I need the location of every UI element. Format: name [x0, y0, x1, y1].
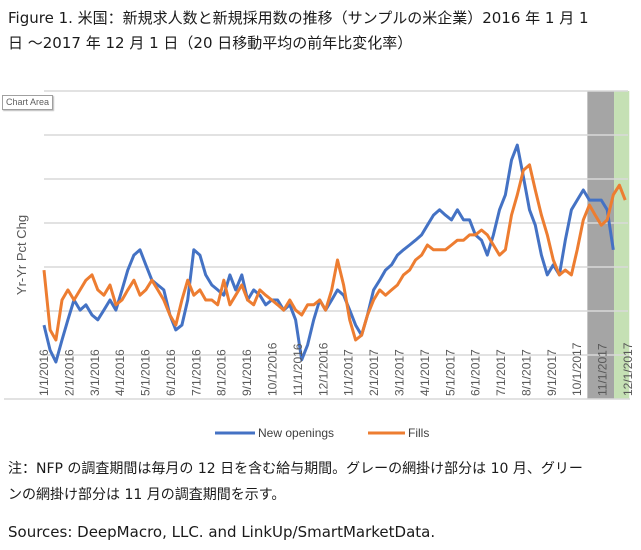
x-tick-label: 8/1/2016 — [215, 349, 229, 396]
x-tick-label: 3/1/2016 — [88, 349, 102, 396]
x-tick-label: 4/1/2016 — [113, 349, 127, 396]
x-tick-label: 6/1/2017 — [469, 349, 483, 396]
legend-label-fills: Fills — [408, 426, 429, 440]
x-tick-label: 11/1/2016 — [291, 343, 305, 396]
note-line-2: ンの網掛け部分は 11 月の調査期間を示す。 — [8, 487, 286, 503]
chart-area-tooltip: Chart Area — [2, 95, 54, 110]
x-tick-label: 5/1/2017 — [443, 349, 457, 396]
x-tick-label: 3/1/2017 — [393, 349, 407, 396]
x-tick-label: 6/1/2016 — [164, 349, 178, 396]
x-tick-label: 7/1/2017 — [494, 349, 508, 396]
x-tick-label: 10/1/2017 — [570, 342, 584, 396]
line-chart: 1/1/2016 2/1/2016 3/1/2016 4/1/2016 5/1/2016… — [4, 90, 635, 440]
x-tick-label: 11/1/2017 — [596, 343, 610, 396]
y-axis-label: Yr-Yr Pct Chg — [14, 215, 29, 295]
x-tick-label: 2/1/2017 — [367, 349, 381, 396]
x-tick-label: 1/1/2017 — [342, 349, 356, 396]
x-tick-label: 12/1/2016 — [316, 342, 330, 396]
series-line-new-openings — [42, 143, 615, 364]
x-tick-label: 4/1/2017 — [418, 349, 432, 396]
legend: New openings Fills — [215, 426, 429, 440]
x-tick-label: 5/1/2016 — [139, 349, 153, 396]
legend-label-new-openings: New openings — [258, 426, 334, 440]
x-tick-label: 1/1/2016 — [37, 349, 51, 396]
note-line-1: 注：NFP の調査期間は毎月の 12 日を含む給与期間。グレーの網掛け部分は 1… — [8, 461, 583, 477]
x-tick-label: 9/1/2017 — [545, 349, 559, 396]
series-line-fills — [42, 163, 627, 342]
x-tick-label: 9/1/2016 — [240, 349, 254, 396]
x-tick-label: 10/1/2016 — [266, 342, 280, 396]
sources: Sources: DeepMacro, LLC. and LinkUp/Smar… — [8, 523, 436, 541]
x-tick-label: 7/1/2016 — [189, 349, 203, 396]
x-tick-label: 2/1/2016 — [62, 349, 76, 396]
x-tick-label: 12/1/2017 — [621, 342, 635, 396]
x-tick-label: 8/1/2017 — [519, 349, 533, 396]
